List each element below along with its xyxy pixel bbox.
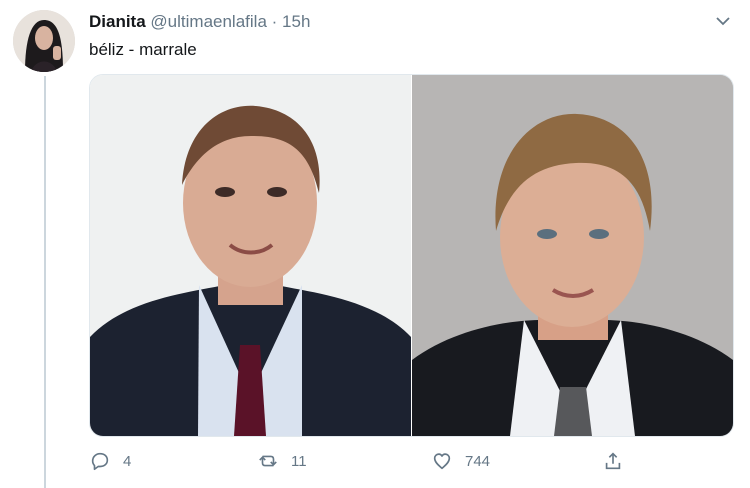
tweet-text: béliz - marrale <box>89 40 197 59</box>
like-count: 744 <box>465 452 491 470</box>
timestamp[interactable]: 15h <box>282 12 310 31</box>
reply-button[interactable]: 4 <box>89 446 131 476</box>
share-button[interactable] <box>602 446 636 476</box>
separator-dot: · <box>271 12 278 31</box>
photo-right[interactable] <box>412 75 733 436</box>
avatar-image <box>13 10 75 72</box>
share-icon <box>605 452 621 470</box>
tweet-media[interactable] <box>89 74 734 437</box>
reply-icon <box>91 452 109 471</box>
reply-count: 4 <box>123 452 132 470</box>
retweet-icon <box>259 455 277 467</box>
like-icon <box>433 453 451 470</box>
portrait-image-left <box>90 75 411 436</box>
retweet-count: 11 <box>291 452 307 470</box>
portrait-image-right <box>412 75 733 436</box>
retweet-button[interactable]: 11 <box>257 446 307 476</box>
tweet-actions: 4 11 744 <box>89 446 649 476</box>
thread-line <box>44 76 46 488</box>
like-button[interactable]: 744 <box>431 446 490 476</box>
tweet-header: Dianita @ultimaenlafila · 15h <box>89 12 310 32</box>
photo-left[interactable] <box>90 75 411 436</box>
display-name[interactable]: Dianita <box>89 12 146 31</box>
chevron-down-icon[interactable] <box>714 12 732 30</box>
avatar[interactable] <box>13 10 75 72</box>
user-handle[interactable]: @ultimaenlafila <box>150 12 266 31</box>
